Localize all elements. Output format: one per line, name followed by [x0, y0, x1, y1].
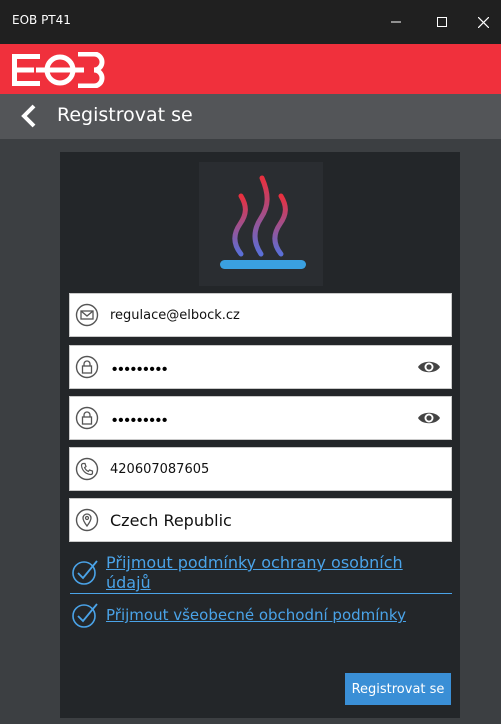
checkmark-icon[interactable] — [70, 557, 100, 587]
back-arrow-icon[interactable] — [17, 104, 41, 128]
eye-icon[interactable] — [417, 358, 441, 376]
minimize-icon — [391, 21, 401, 23]
window-titlebar: EOB PT41 — [0, 0, 501, 44]
checkmark-icon[interactable] — [70, 600, 100, 630]
close-button[interactable] — [465, 0, 501, 44]
divider — [70, 593, 452, 594]
register-button[interactable]: Registrovat se — [345, 673, 451, 705]
password-confirm-value: ••••••••• — [112, 412, 169, 429]
phone-icon — [75, 457, 99, 481]
phone-field[interactable]: 420607087605 — [69, 447, 452, 491]
lock-icon — [75, 355, 99, 379]
country-field[interactable]: Czech Republic — [69, 498, 452, 542]
minimize-button[interactable] — [373, 0, 419, 44]
close-icon — [477, 16, 489, 28]
location-icon — [75, 508, 99, 532]
accept-terms-link[interactable]: Přijmout všeobecné obchodní podmínky — [106, 605, 452, 625]
eye-icon[interactable] — [417, 409, 441, 427]
page-title: Registrovat se — [57, 104, 193, 126]
password-value: ••••••••• — [112, 361, 169, 378]
lock-icon — [75, 406, 99, 430]
eob-logo — [12, 52, 105, 88]
password-field[interactable]: ••••••••• — [69, 345, 452, 389]
window-title: EOB PT41 — [12, 13, 71, 27]
heating-logo-icon — [199, 162, 323, 286]
email-icon — [75, 303, 99, 327]
email-value: regulace@elbock.cz — [110, 308, 240, 323]
password-confirm-field[interactable]: ••••••••• — [69, 396, 452, 440]
country-value: Czech Republic — [110, 511, 232, 530]
accept-privacy-link[interactable]: Přijmout podmínky ochrany osobních údajů — [106, 553, 426, 593]
maximize-button[interactable] — [419, 0, 465, 44]
navigation-bar: Registrovat se — [0, 94, 501, 139]
phone-value: 420607087605 — [110, 462, 210, 477]
email-field[interactable]: regulace@elbock.cz — [69, 293, 452, 337]
maximize-icon — [437, 17, 447, 27]
